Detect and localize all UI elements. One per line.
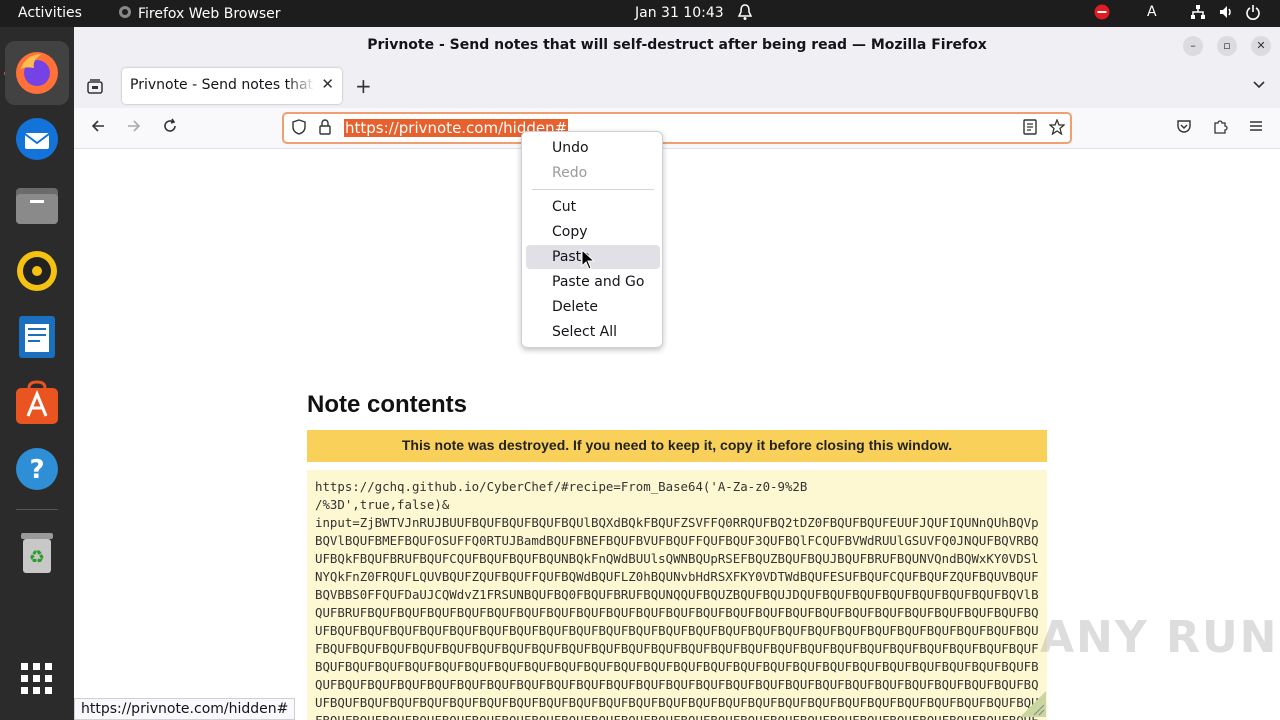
svg-text:?: ? — [29, 455, 44, 485]
dock: ? ♻ — [0, 27, 74, 720]
context-menu: Undo Redo Cut Copy Paste Paste and Go De… — [521, 131, 663, 348]
top-bar: Activities Firefox Web Browser Jan 31 10… — [0, 0, 1280, 27]
back-button[interactable] — [90, 118, 106, 139]
menu-item-redo[interactable]: Redo — [526, 161, 660, 185]
minimize-button[interactable]: – — [1183, 36, 1203, 56]
dock-separator — [16, 509, 58, 510]
dock-writer-icon[interactable] — [5, 305, 69, 369]
lock-icon[interactable] — [318, 119, 332, 139]
reload-button[interactable] — [162, 118, 178, 139]
menu-separator — [532, 189, 654, 190]
textarea-resize-handle-icon[interactable] — [1020, 691, 1046, 720]
tab-title: Privnote - Send notes that will self-des… — [130, 77, 315, 93]
dock-help-icon[interactable]: ? — [5, 437, 69, 501]
maximize-button[interactable]: ▫ — [1217, 36, 1237, 56]
activities-button[interactable]: Activities — [18, 5, 82, 21]
url-bar[interactable]: https://privnote.com/hidden# — [282, 112, 1072, 144]
note-textarea[interactable]: https://gchq.github.io/CyberChef/#recipe… — [307, 470, 1047, 720]
destroyed-warning: This note was destroyed. If you need to … — [307, 430, 1047, 462]
tab-close-icon[interactable]: ✕ — [321, 75, 334, 93]
menu-item-undo[interactable]: Undo — [526, 136, 660, 160]
menu-item-delete[interactable]: Delete — [526, 295, 660, 319]
mouse-pointer-icon — [581, 248, 596, 274]
dock-files-icon[interactable] — [5, 173, 69, 237]
close-window-button[interactable]: ✕ — [1251, 36, 1271, 56]
dock-firefox-icon[interactable] — [5, 41, 69, 105]
pocket-icon[interactable] — [1176, 118, 1192, 139]
dock-app-center-icon[interactable] — [5, 371, 69, 435]
dock-trash-icon[interactable]: ♻ — [5, 520, 69, 584]
firefox-small-icon — [118, 5, 132, 23]
watermark: ANY RUN — [1040, 612, 1279, 663]
network-icon[interactable] — [1190, 4, 1206, 24]
reader-view-icon[interactable] — [1022, 119, 1038, 139]
tab-privnote[interactable]: Privnote - Send notes that will self-des… — [122, 68, 342, 104]
do-not-disturb-icon[interactable] — [1094, 4, 1110, 24]
clock[interactable]: Jan 31 10:43 — [635, 5, 724, 21]
menu-item-select-all[interactable]: Select All — [526, 320, 660, 344]
forward-button[interactable] — [126, 118, 142, 139]
extensions-puzzle-icon[interactable] — [1212, 118, 1228, 139]
power-icon[interactable] — [1245, 4, 1261, 24]
dock-rhythmbox-icon[interactable] — [5, 239, 69, 303]
note-text: https://gchq.github.io/CyberChef/#recipe… — [315, 479, 1039, 720]
status-link-preview: https://privnote.com/hidden# — [74, 698, 296, 720]
menu-item-copy[interactable]: Copy — [526, 220, 660, 244]
list-all-tabs-chevron-down-icon[interactable] — [1252, 76, 1266, 95]
notification-bell-icon[interactable] — [737, 3, 753, 25]
navigation-toolbar: https://privnote.com/hidden# — [74, 108, 1280, 149]
dock-thunderbird-icon[interactable] — [5, 107, 69, 171]
keyboard-layout[interactable]: A — [1147, 4, 1157, 20]
window-titlebar[interactable]: Privnote - Send notes that will self-des… — [74, 27, 1280, 64]
show-apps-icon[interactable] — [5, 647, 69, 711]
note-heading: Note contents — [307, 391, 468, 418]
menu-item-cut[interactable]: Cut — [526, 195, 660, 219]
tab-strip: Privnote - Send notes that will self-des… — [74, 64, 1280, 108]
new-tab-button[interactable]: + — [355, 74, 372, 98]
bookmark-star-icon[interactable] — [1048, 118, 1066, 139]
firefox-view-icon[interactable] — [86, 77, 104, 99]
hamburger-menu-icon[interactable] — [1248, 118, 1264, 139]
window-title: Privnote - Send notes that will self-des… — [367, 37, 987, 53]
svg-text:♻: ♻ — [29, 547, 45, 568]
app-name: Firefox Web Browser — [138, 6, 281, 22]
tracking-protection-shield-icon[interactable] — [291, 119, 307, 139]
volume-icon[interactable] — [1218, 4, 1234, 24]
app-menu[interactable]: Firefox Web Browser — [118, 5, 281, 23]
